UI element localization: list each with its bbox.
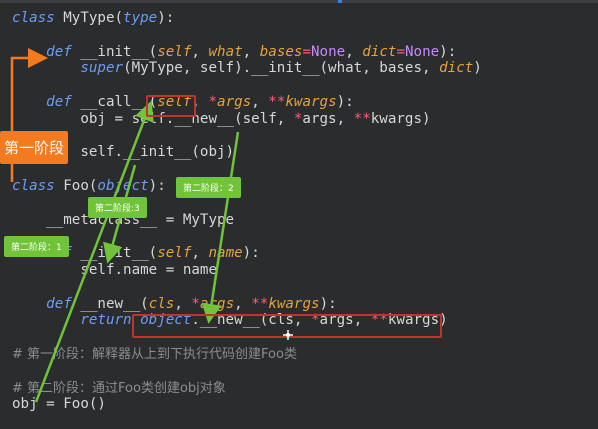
highlight-self-param: [146, 95, 196, 117]
stage1-label: 第一阶段: [0, 131, 69, 164]
move-cursor-icon: [283, 330, 293, 340]
green-arrow-stage-2-2: [201, 131, 240, 324]
stage2-2-label: 第二阶段：2: [176, 177, 241, 198]
stage2-1-label: 第二阶段：1: [4, 236, 69, 257]
stage2-3-label: 第二阶段:3: [88, 197, 147, 218]
code-editor[interactable]: class MyType(type): def __init__(self, w…: [0, 0, 598, 429]
